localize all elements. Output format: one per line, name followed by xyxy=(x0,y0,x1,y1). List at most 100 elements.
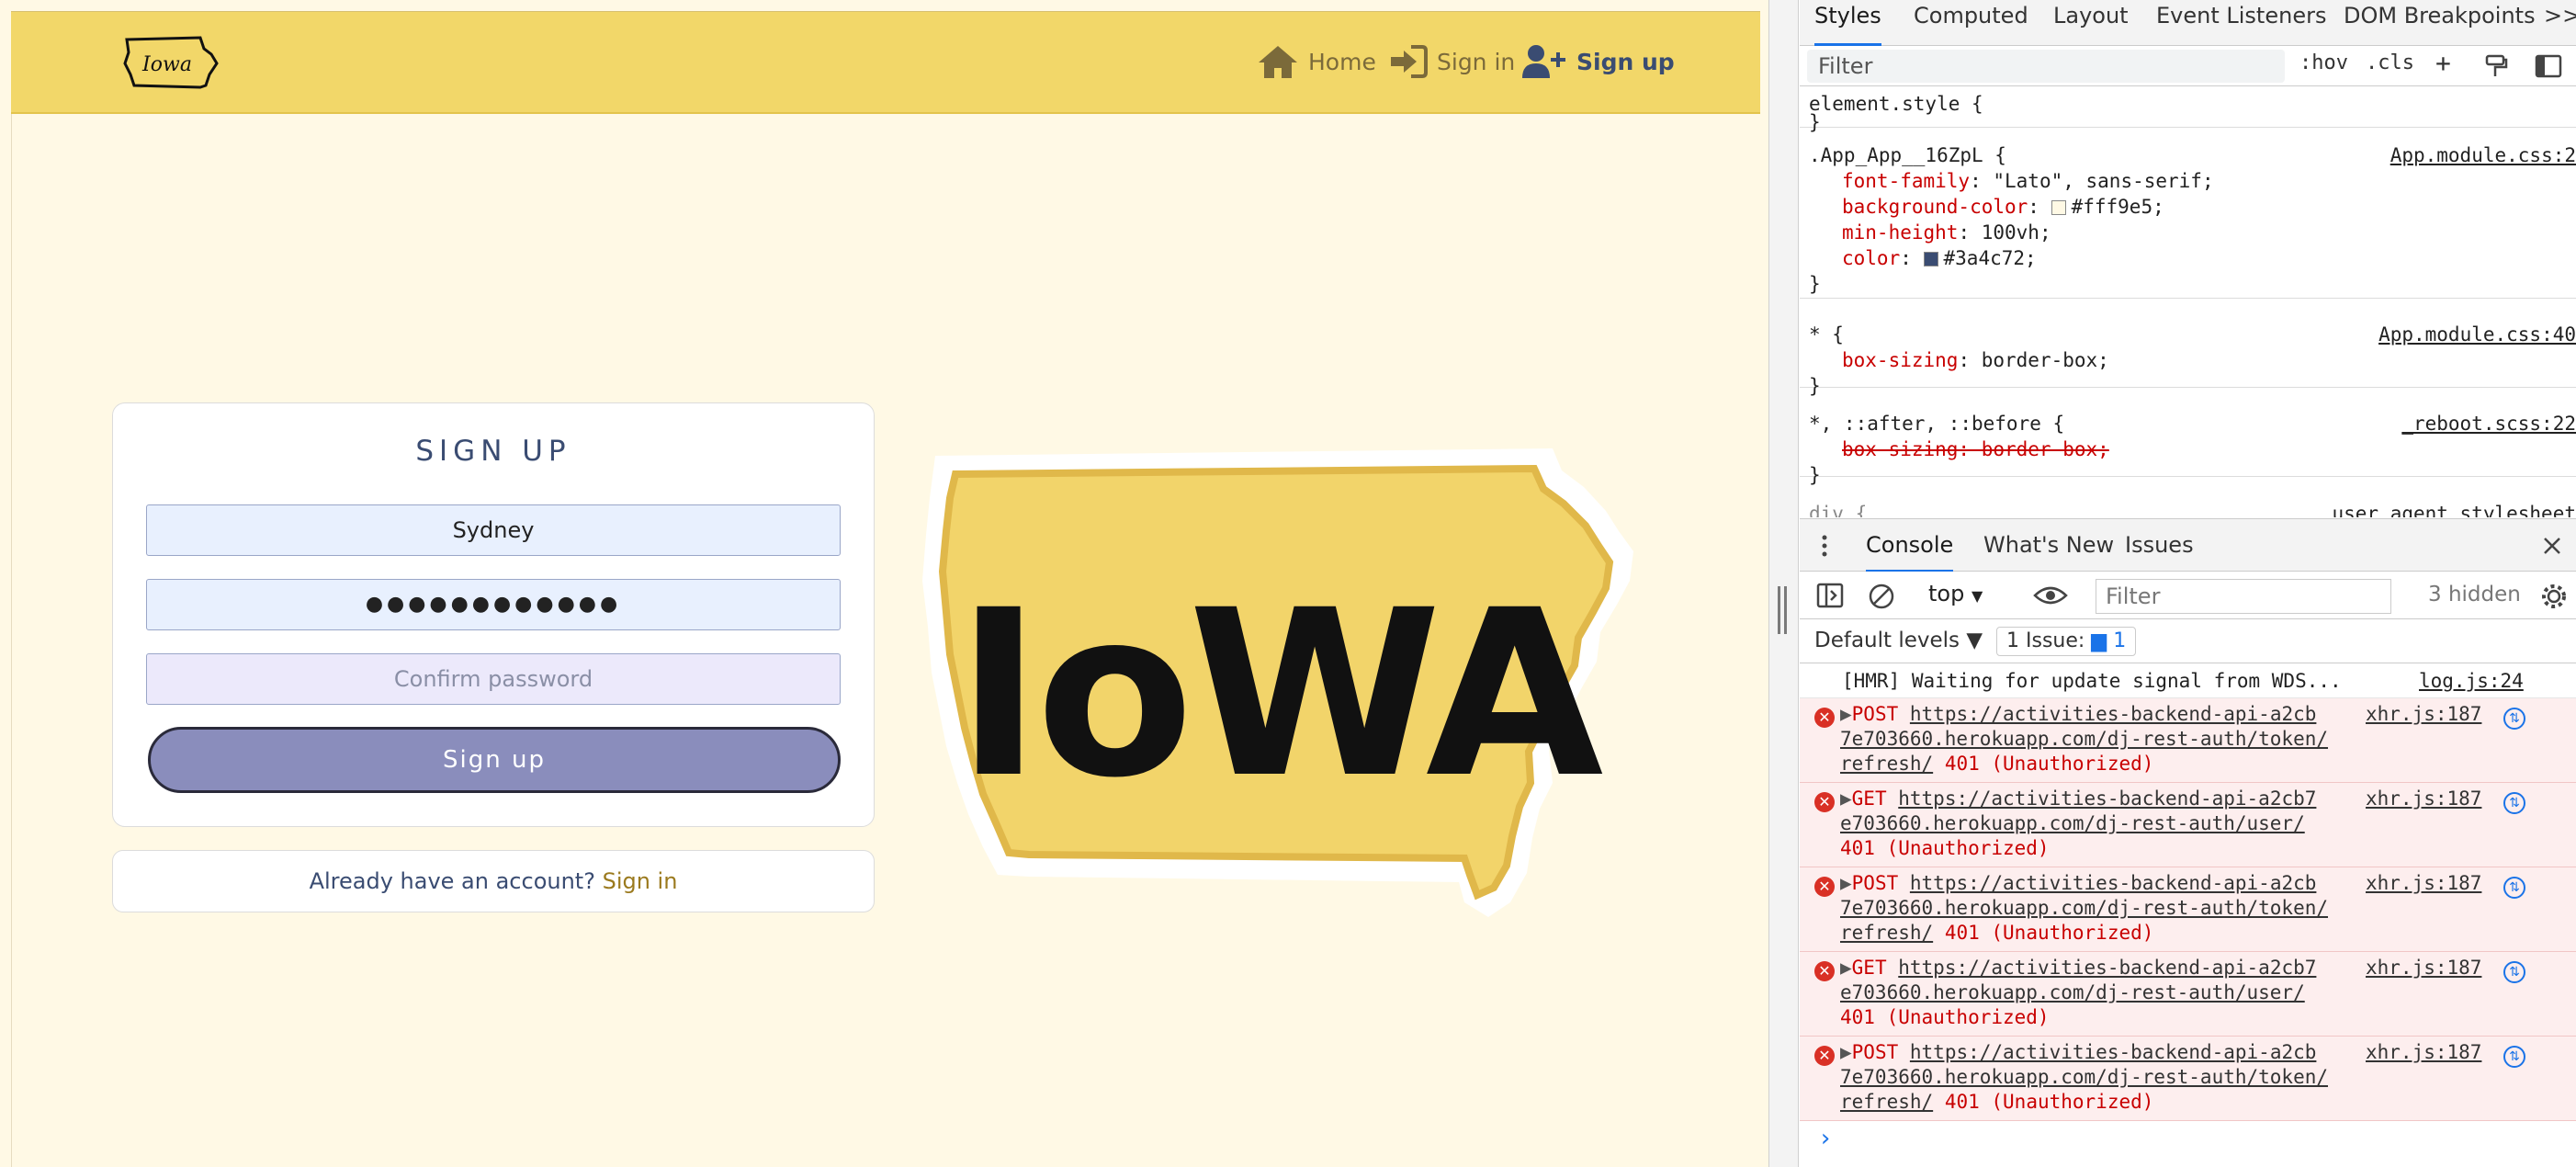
request-url-cont[interactable]: e703660.herokuapp.com/dj-rest-auth/user/ xyxy=(1840,812,2305,834)
password-field[interactable]: ●●●●●●●●●●●● xyxy=(146,579,841,630)
close-icon[interactable] xyxy=(2542,536,2562,556)
styles-filter-input[interactable]: Filter xyxy=(1807,50,2285,83)
username-field[interactable]: Sydney xyxy=(146,504,841,556)
rule-universal: * { App.module.css:40 box-sizing: border… xyxy=(1800,322,2576,397)
context-selector[interactable]: top ▼ xyxy=(1928,581,1983,606)
request-method: POST xyxy=(1851,1041,1899,1063)
nav-signup-link[interactable]: Sign up xyxy=(1521,40,1675,84)
add-user-icon xyxy=(1522,45,1565,78)
new-rule-icon[interactable]: + xyxy=(2435,48,2451,78)
prop-value[interactable]: border-box; xyxy=(1982,349,2109,371)
hov-toggle[interactable]: :hov xyxy=(2299,51,2348,74)
prop-name[interactable]: font-family xyxy=(1842,170,1970,192)
confirm-password-field[interactable]: Confirm password xyxy=(146,653,841,705)
rule-source-link[interactable]: App.module.css:40 xyxy=(2378,322,2576,347)
color-swatch[interactable] xyxy=(1923,252,1938,266)
iowa-hero-image: IoWA xyxy=(922,448,1633,917)
rule-source-link[interactable]: _reboot.scss:22 xyxy=(2401,411,2576,436)
expand-arrow-icon[interactable]: ▶ xyxy=(1840,957,1852,979)
context-label: top xyxy=(1928,581,1965,606)
request-method: GET xyxy=(1851,787,1887,810)
network-request-icon[interactable]: ⇅ xyxy=(2503,1046,2525,1068)
request-url-cont[interactable]: refresh/ xyxy=(1840,753,1933,775)
tab-layout[interactable]: Layout xyxy=(2053,0,2129,46)
tab-styles[interactable]: Styles xyxy=(1814,0,1881,46)
console-prompt[interactable]: › xyxy=(1818,1127,1833,1151)
color-swatch[interactable] xyxy=(2051,200,2066,215)
rule-element-style: element.style { } xyxy=(1800,91,2576,133)
error-icon: ✕ xyxy=(1814,708,1835,728)
sign-in-icon xyxy=(1391,45,1428,78)
prop-value[interactable]: #fff9e5; xyxy=(2072,196,2164,218)
tab-event-listeners[interactable]: Event Listeners xyxy=(2156,0,2326,46)
expand-arrow-icon[interactable]: ▶ xyxy=(1840,1041,1852,1063)
prop-value[interactable]: #3a4c72; xyxy=(1944,247,2037,269)
prop-value[interactable]: "Lato", sans-serif; xyxy=(1993,170,2213,192)
cls-toggle[interactable]: .cls xyxy=(2366,51,2414,74)
request-url-cont[interactable]: refresh/ xyxy=(1840,1091,1933,1113)
error-icon: ✕ xyxy=(1814,961,1835,981)
request-url[interactable]: https://activities-backend-api-a2cb xyxy=(1910,1041,2317,1063)
rule-source-link[interactable]: App.module.css:2 xyxy=(2390,142,2576,168)
rule-close: } xyxy=(1809,111,1821,133)
gear-icon[interactable] xyxy=(2540,583,2568,610)
nav-signin-link[interactable]: Sign in xyxy=(1389,40,1515,84)
more-tabs-icon[interactable]: >> xyxy=(2544,0,2576,46)
log-source-link[interactable]: xhr.js:187 xyxy=(2366,871,2481,896)
nav-home-link[interactable]: Home xyxy=(1257,40,1376,84)
network-request-icon[interactable]: ⇅ xyxy=(2503,708,2525,730)
request-url[interactable]: https://activities-backend-api-a2cb7 xyxy=(1898,787,2316,810)
expand-arrow-icon[interactable]: ▶ xyxy=(1840,872,1852,894)
expand-arrow-icon[interactable]: ▶ xyxy=(1840,787,1852,810)
prop-name[interactable]: background-color xyxy=(1842,196,2028,218)
request-url-cont[interactable]: refresh/ xyxy=(1840,922,1933,944)
request-url-cont[interactable]: e703660.herokuapp.com/dj-rest-auth/user/ xyxy=(1840,981,2305,1003)
panel-divider[interactable] xyxy=(1768,0,1799,1167)
log-source-link[interactable]: xhr.js:187 xyxy=(2366,1040,2481,1065)
tab-whats-new[interactable]: What's New xyxy=(1983,532,2114,558)
resize-grip[interactable] xyxy=(1777,586,1788,634)
request-url-cont[interactable]: 7e703660.herokuapp.com/dj-rest-auth/toke… xyxy=(1840,728,2328,750)
signin-link[interactable]: Sign in xyxy=(603,868,678,894)
response-status: 401 (Unauthorized) xyxy=(1944,922,2154,944)
prop-value[interactable]: 100vh; xyxy=(1982,221,2051,244)
log-source-link[interactable]: xhr.js:187 xyxy=(2366,956,2481,980)
log-entry-error: ✕ ▶POST https://activities-backend-api-a… xyxy=(1800,867,2576,952)
network-request-icon[interactable]: ⇅ xyxy=(2503,792,2525,814)
network-request-icon[interactable]: ⇅ xyxy=(2503,961,2525,983)
overridden-declaration[interactable]: box-sizing: border-box; xyxy=(1809,436,2576,462)
rule-reboot: *, ::after, ::before { _reboot.scss:22 b… xyxy=(1800,411,2576,486)
network-request-icon[interactable]: ⇅ xyxy=(2503,877,2525,899)
request-url-cont[interactable]: 7e703660.herokuapp.com/dj-rest-auth/toke… xyxy=(1840,1066,2328,1088)
console-filter-input[interactable]: Filter xyxy=(2096,579,2391,614)
sidebar-toggle-icon[interactable] xyxy=(1816,583,1844,608)
log-source-link[interactable]: log.js:24 xyxy=(2419,669,2524,694)
log-source-link[interactable]: xhr.js:187 xyxy=(2366,787,2481,811)
prop-name[interactable]: color xyxy=(1842,247,1900,269)
hidden-count: 3 hidden xyxy=(2428,583,2521,606)
request-url[interactable]: https://activities-backend-api-a2cb7 xyxy=(1898,957,2316,979)
request-url[interactable]: https://activities-backend-api-a2cb xyxy=(1910,872,2317,894)
iowa-logo[interactable]: Iowa xyxy=(121,32,222,93)
request-url-cont[interactable]: 7e703660.herokuapp.com/dj-rest-auth/toke… xyxy=(1840,897,2328,919)
expand-arrow-icon[interactable]: ▶ xyxy=(1840,703,1852,725)
prop-name[interactable]: box-sizing xyxy=(1842,349,1958,371)
clear-console-icon[interactable] xyxy=(1868,583,1895,610)
tab-console[interactable]: Console xyxy=(1866,532,1954,572)
prop-name[interactable]: min-height xyxy=(1842,221,1958,244)
toggle-sidebar-icon[interactable] xyxy=(2535,53,2562,79)
issues-badge[interactable]: 1 Issue: ▆ 1 xyxy=(1996,627,2137,656)
signup-button[interactable]: Sign up xyxy=(148,727,841,793)
tab-computed[interactable]: Computed xyxy=(1914,0,2028,46)
default-levels-dropdown[interactable]: Default levels ▼ xyxy=(1814,629,1983,652)
paint-brush-icon[interactable] xyxy=(2483,53,2509,79)
drawer-menu-icon[interactable] xyxy=(1820,534,1829,558)
response-status: 401 (Unauthorized) xyxy=(1944,1091,2154,1113)
tab-issues[interactable]: Issues xyxy=(2125,532,2194,558)
request-url[interactable]: https://activities-backend-api-a2cb xyxy=(1910,703,2317,725)
console-toolbar: top ▼ Filter 3 hidden xyxy=(1800,572,2576,619)
eye-icon[interactable] xyxy=(2033,584,2068,606)
log-source-link[interactable]: xhr.js:187 xyxy=(2366,702,2481,727)
tab-dom-breakpoints[interactable]: DOM Breakpoints xyxy=(2344,0,2536,46)
error-icon: ✕ xyxy=(1814,792,1835,812)
